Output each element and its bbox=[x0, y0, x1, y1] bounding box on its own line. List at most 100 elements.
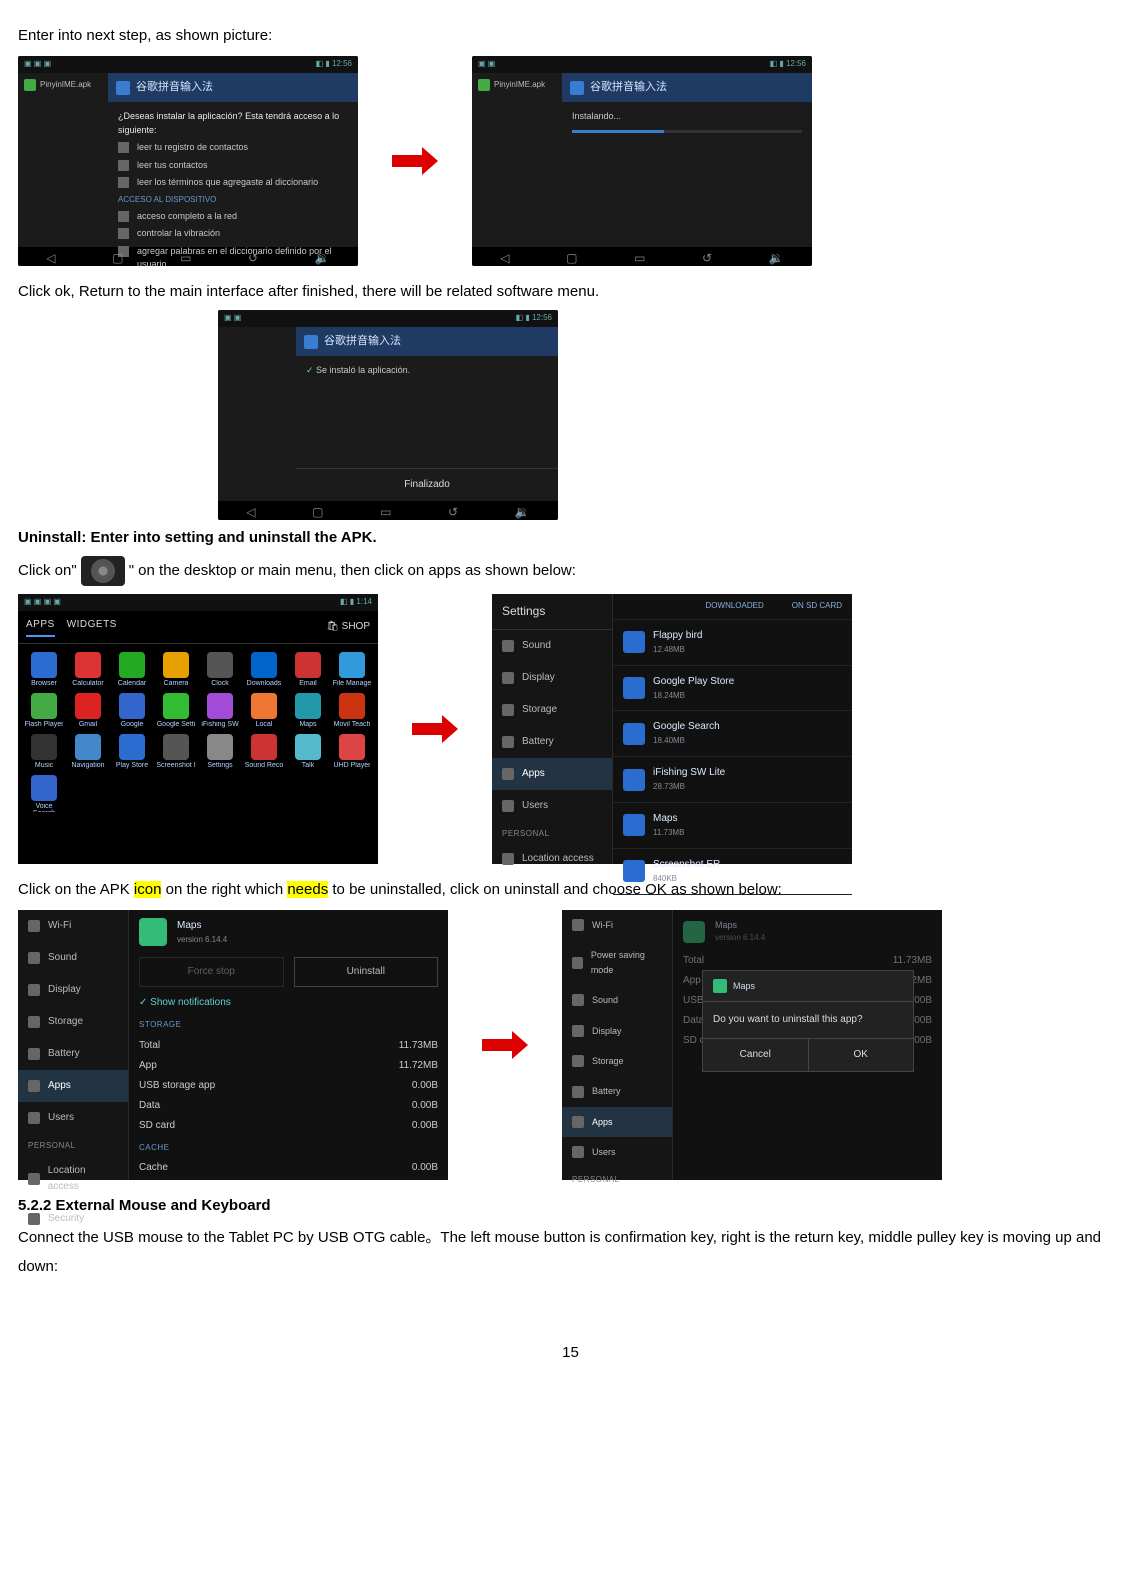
settings-item-battery[interactable]: Battery bbox=[492, 726, 612, 758]
app-movil-teach[interactable]: Movil Teach bbox=[332, 693, 372, 730]
settings-item-wi-fi[interactable]: Wi-Fi bbox=[18, 910, 128, 942]
kv-key: App bbox=[139, 1058, 157, 1074]
app-row-google-play-store[interactable]: Google Play Store18.24MB bbox=[613, 666, 852, 712]
contacts-icon bbox=[118, 160, 129, 171]
settings-item-label: Battery bbox=[48, 1046, 80, 1062]
settings-item-location-access[interactable]: Location access bbox=[492, 843, 612, 875]
app-screenshot-i[interactable]: Screenshot I bbox=[156, 734, 196, 771]
app-sound-reco[interactable]: Sound Reco bbox=[244, 734, 284, 771]
settings-item-apps[interactable]: Apps bbox=[492, 758, 612, 790]
back-icon[interactable]: ◁ bbox=[246, 503, 255, 520]
settings-item-battery[interactable]: Battery bbox=[18, 1038, 128, 1070]
app-row-maps[interactable]: Maps11.73MB bbox=[613, 803, 852, 849]
app-browser[interactable]: Browser bbox=[24, 652, 64, 689]
cancel-button[interactable]: Cancel bbox=[703, 1039, 808, 1071]
recents-icon[interactable]: ▭ bbox=[380, 503, 391, 520]
settings-item-icon bbox=[572, 1086, 584, 1098]
settings-item-users[interactable]: Users bbox=[18, 1102, 128, 1134]
app-voice-search[interactable]: Voice Search bbox=[24, 775, 64, 812]
tab-widgets[interactable]: WIDGETS bbox=[67, 617, 117, 637]
settings-section-personal: PERSONAL bbox=[18, 1134, 128, 1155]
figure-row-apps-settings: ▣ ▣ ▣ ▣◧ ▮ 1:14 APPS WIDGETS 🛍 SHOP Brow… bbox=[18, 594, 1123, 864]
sidebar-file-item: PinyinIME.apk bbox=[478, 79, 556, 92]
settings-item-battery[interactable]: Battery bbox=[562, 1076, 672, 1106]
settings-item-wi-fi[interactable]: Wi-Fi bbox=[562, 910, 672, 940]
app-talk[interactable]: Talk bbox=[288, 734, 328, 771]
kv-value: 0.00B bbox=[412, 1160, 438, 1176]
settings-item-label: Wi-Fi bbox=[592, 918, 613, 932]
volume-icon[interactable]: 🔉 bbox=[515, 503, 530, 520]
install-status: Instalando... bbox=[572, 110, 802, 124]
settings-item-icon bbox=[572, 1146, 584, 1158]
settings-item-label: Location access bbox=[522, 851, 594, 867]
shop-link[interactable]: 🛍 SHOP bbox=[326, 619, 370, 635]
app-icon bbox=[623, 769, 645, 791]
gear-icon bbox=[94, 562, 112, 580]
app-flash-player[interactable]: Flash Player bbox=[24, 693, 64, 730]
nav-extra-icon[interactable]: ↺ bbox=[448, 503, 458, 520]
app-google-setti[interactable]: Google Setti bbox=[156, 693, 196, 730]
app-maps[interactable]: Maps bbox=[288, 693, 328, 730]
settings-item-display[interactable]: Display bbox=[492, 662, 612, 694]
app-downloads[interactable]: Downloads bbox=[244, 652, 284, 689]
app-google[interactable]: Google bbox=[112, 693, 152, 730]
nav-extra-icon[interactable]: ↺ bbox=[248, 249, 258, 266]
back-icon[interactable]: ◁ bbox=[46, 249, 55, 266]
ok-button[interactable]: OK bbox=[808, 1039, 914, 1071]
volume-icon[interactable]: 🔉 bbox=[315, 249, 330, 266]
settings-item-display[interactable]: Display bbox=[562, 1016, 672, 1046]
app-music[interactable]: Music bbox=[24, 734, 64, 771]
tab-apps[interactable]: APPS bbox=[26, 617, 55, 637]
uninstall-button[interactable]: Uninstall bbox=[294, 957, 439, 987]
settings-item-sound[interactable]: Sound bbox=[492, 630, 612, 662]
app-email[interactable]: Email bbox=[288, 652, 328, 689]
settings-item-users[interactable]: Users bbox=[492, 790, 612, 822]
app-row-google-search[interactable]: Google Search18.40MB bbox=[613, 711, 852, 757]
app-calendar[interactable]: Calendar bbox=[112, 652, 152, 689]
settings-item-display[interactable]: Display bbox=[18, 974, 128, 1006]
settings-item-icon bbox=[28, 984, 40, 996]
home-icon[interactable]: ▢ bbox=[312, 503, 323, 520]
settings-item-sound[interactable]: Sound bbox=[562, 985, 672, 1015]
app-local[interactable]: Local bbox=[244, 693, 284, 730]
app-ifishing-sw[interactable]: iFishing SW bbox=[200, 693, 240, 730]
app-clock[interactable]: Clock bbox=[200, 652, 240, 689]
app-navigation[interactable]: Navigation bbox=[68, 734, 108, 771]
done-button[interactable]: Finalizado bbox=[296, 469, 558, 501]
home-icon[interactable]: ▢ bbox=[112, 249, 123, 266]
home-icon[interactable]: ▢ bbox=[566, 249, 577, 266]
app-file-manage[interactable]: File Manage bbox=[332, 652, 372, 689]
settings-item-storage[interactable]: Storage bbox=[492, 694, 612, 726]
show-notifications[interactable]: ✓ Show notifications bbox=[139, 995, 438, 1011]
settings-item-power-saving-mode[interactable]: Power saving mode bbox=[562, 940, 672, 985]
kv-value: 0.00B bbox=[412, 1098, 438, 1114]
apk-file-label: PinyinIME.apk bbox=[40, 79, 91, 92]
nav-extra-icon[interactable]: ↺ bbox=[702, 249, 712, 266]
tab-sdcard[interactable]: ON SD CARD bbox=[792, 600, 842, 613]
app-icon bbox=[119, 693, 145, 719]
recents-icon[interactable]: ▭ bbox=[180, 249, 191, 266]
back-icon[interactable]: ◁ bbox=[500, 249, 509, 266]
recents-icon[interactable]: ▭ bbox=[634, 249, 645, 266]
section-body: Connect the USB mouse to the Tablet PC b… bbox=[18, 1224, 1123, 1281]
settings-item-apps[interactable]: Apps bbox=[18, 1070, 128, 1102]
settings-item-sound[interactable]: Sound bbox=[18, 942, 128, 974]
force-stop-button[interactable]: Force stop bbox=[139, 957, 284, 987]
settings-item-apps[interactable]: Apps bbox=[562, 1107, 672, 1137]
app-row-ifishing-sw-lite[interactable]: iFishing SW Lite28.73MB bbox=[613, 757, 852, 803]
app-row-flappy-bird[interactable]: Flappy bird12.48MB bbox=[613, 620, 852, 666]
app-camera[interactable]: Camera bbox=[156, 652, 196, 689]
app-icon bbox=[163, 652, 189, 678]
tab-downloaded[interactable]: DOWNLOADED bbox=[706, 600, 764, 613]
settings-item-users[interactable]: Users bbox=[562, 1137, 672, 1167]
settings-item-storage[interactable]: Storage bbox=[18, 1006, 128, 1038]
app-play-store[interactable]: Play Store bbox=[112, 734, 152, 771]
volume-icon[interactable]: 🔉 bbox=[769, 249, 784, 266]
app-gmail[interactable]: Gmail bbox=[68, 693, 108, 730]
kv-key: USB storage app bbox=[139, 1078, 215, 1094]
settings-item-storage[interactable]: Storage bbox=[562, 1046, 672, 1076]
app-settings[interactable]: Settings bbox=[200, 734, 240, 771]
app-uhd-player[interactable]: UHD Player bbox=[332, 734, 372, 771]
app-size: 12.48MB bbox=[653, 644, 702, 657]
app-calculator[interactable]: Calculator bbox=[68, 652, 108, 689]
